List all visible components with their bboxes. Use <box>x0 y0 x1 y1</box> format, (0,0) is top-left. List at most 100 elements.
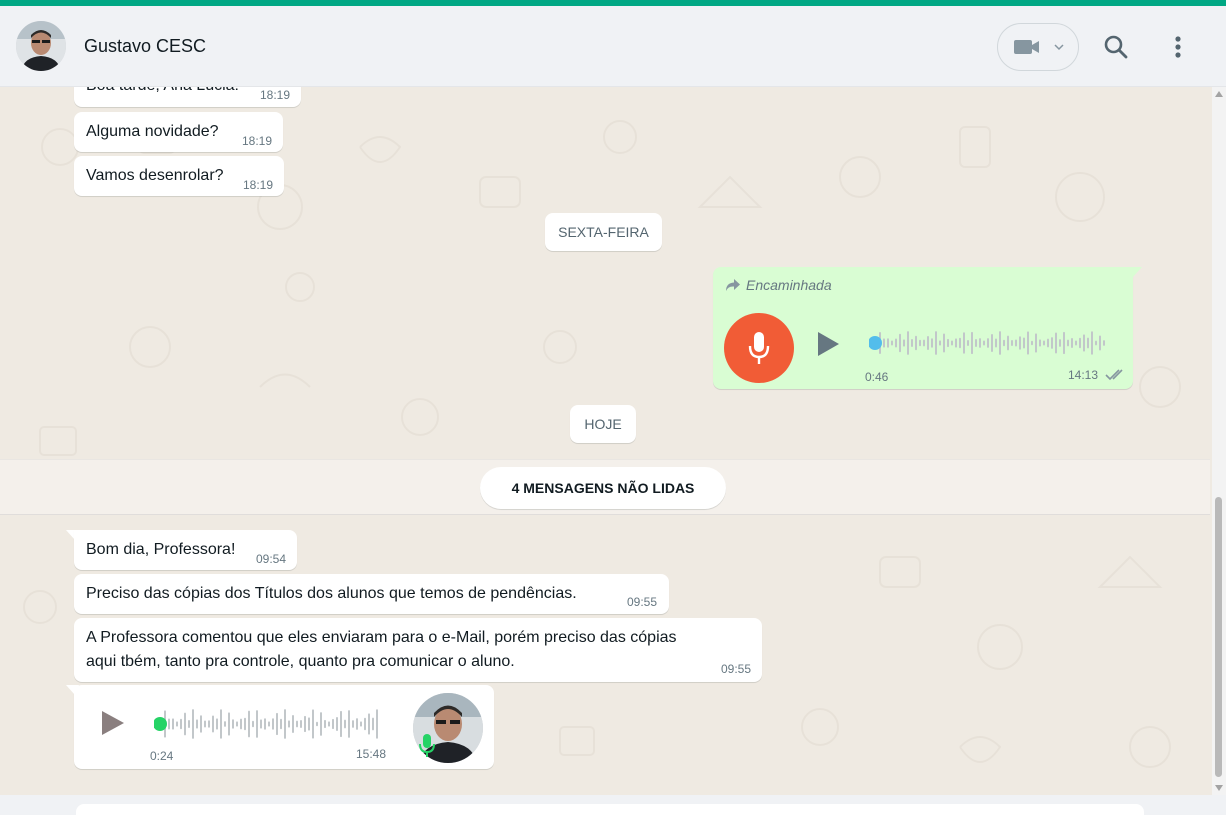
waveform-bar <box>336 717 338 731</box>
message-bubble-incoming[interactable]: Vamos desenrolar? 18:19 <box>74 156 284 196</box>
message-time: 18:19 <box>260 88 291 102</box>
waveform-bar <box>292 715 294 733</box>
waveform-bar <box>887 338 889 348</box>
video-call-button[interactable] <box>997 23 1079 71</box>
waveform-bar <box>1067 339 1069 347</box>
waveform-bar <box>184 712 186 736</box>
message-bubble-outgoing-audio[interactable]: Encaminhada 0:46 14:13 <box>713 267 1133 389</box>
contact-name[interactable]: Gustavo CESC <box>84 36 206 57</box>
chevron-down-icon <box>1054 44 1064 51</box>
waveform-bar <box>883 338 885 348</box>
audio-duration: 0:46 <box>865 370 889 384</box>
double-check-icon <box>1105 369 1123 381</box>
waveform-bar <box>915 335 917 351</box>
waveform-bar <box>352 720 354 728</box>
waveform-bar <box>188 719 190 729</box>
unread-messages-divider: 4 MENSAGENS NÃO LIDAS <box>0 459 1210 515</box>
message-time: 09:54 <box>256 552 287 566</box>
waveform-bar <box>895 338 897 348</box>
waveform-bar <box>963 332 965 354</box>
waveform-bar <box>328 721 330 727</box>
waveform-bar <box>276 712 278 736</box>
waveform-bar <box>979 338 981 348</box>
waveform-bar <box>1035 333 1037 353</box>
search-icon[interactable] <box>1103 34 1129 60</box>
waveform-bar <box>236 721 238 727</box>
waveform-bar <box>308 717 310 731</box>
scrollbar-thumb[interactable] <box>1215 497 1222 777</box>
waveform-bar <box>967 340 969 346</box>
message-bubble-incoming[interactable]: Alguma novidade? 18:19 <box>74 112 283 152</box>
waveform-bar <box>356 718 358 730</box>
message-text: Vamos desenrolar? <box>86 167 224 184</box>
waveform-bar <box>1011 339 1013 347</box>
waveform-bar <box>264 718 266 730</box>
waveform-bar <box>1063 331 1065 355</box>
waveform-bar <box>208 720 210 728</box>
waveform-bar <box>1007 335 1009 351</box>
waveform-bar <box>1083 334 1085 352</box>
waveform-bar <box>372 717 374 731</box>
waveform-bar <box>1059 339 1061 347</box>
audio-waveform[interactable] <box>869 329 1109 357</box>
waveform-bar <box>891 340 893 346</box>
message-time: 14:13 <box>1068 368 1099 382</box>
waveform-bar <box>368 713 370 735</box>
waveform-bar <box>192 709 194 739</box>
message-text: Alguma novidade? <box>86 123 219 140</box>
waveform-bar <box>1075 340 1077 346</box>
contact-avatar[interactable] <box>16 21 66 71</box>
chat-scrollbar[interactable] <box>1212 87 1226 795</box>
voice-message-mic-avatar <box>724 313 794 383</box>
waveform-bar <box>991 334 993 352</box>
waveform-bar <box>943 333 945 353</box>
waveform-bar <box>296 720 298 728</box>
waveform-bar <box>1051 337 1053 349</box>
waveform-bar <box>987 338 989 348</box>
waveform-bar <box>1015 339 1017 347</box>
message-bubble-incoming[interactable]: Bom dia, Professora! 09:54 <box>74 530 297 570</box>
message-input[interactable] <box>76 804 1144 815</box>
waveform-bar <box>1099 335 1101 351</box>
message-list[interactable]: Boa tarde, Ana Lúcia! 18:19 Alguma novid… <box>0 87 1210 795</box>
play-icon[interactable] <box>100 710 126 736</box>
audio-waveform[interactable] <box>154 707 384 741</box>
waveform-bar <box>1091 331 1093 355</box>
waveform-bar <box>1103 340 1105 346</box>
waveform-bar <box>248 710 250 738</box>
waveform-bar <box>300 719 302 729</box>
waveform-bar <box>1039 339 1041 347</box>
microphone-icon <box>748 332 770 364</box>
waveform-bar <box>180 718 182 730</box>
scroll-up-arrow-icon[interactable] <box>1215 91 1223 97</box>
waveform-bar <box>983 340 985 346</box>
waveform-bar <box>1003 339 1005 347</box>
more-vertical-icon[interactable] <box>1168 34 1188 60</box>
bubble-tail-outgoing <box>1129 267 1142 277</box>
waveform-bar <box>224 721 226 727</box>
waveform-bar <box>360 721 362 727</box>
waveform-bar <box>324 719 326 729</box>
message-composer <box>0 795 1226 815</box>
message-bubble-incoming-audio[interactable]: 0:24 15:48 <box>74 685 494 769</box>
message-text: Bom dia, Professora! <box>86 541 236 558</box>
message-time: 09:55 <box>627 595 658 609</box>
waveform-bar <box>931 338 933 348</box>
message-text-line: A Professora comentou que eles enviaram … <box>86 629 677 646</box>
message-text-line: aqui tbém, tanto pra controle, quanto pr… <box>86 653 515 670</box>
waveform-bar <box>927 336 929 350</box>
message-bubble-incoming[interactable]: Boa tarde, Ana Lúcia! 18:19 <box>74 87 301 107</box>
message-text: Boa tarde, Ana Lúcia! <box>86 87 239 98</box>
unread-messages-label: 4 MENSAGENS NÃO LIDAS <box>480 467 726 509</box>
message-bubble-incoming[interactable]: Preciso das cópias dos Títulos dos aluno… <box>74 574 669 614</box>
waveform-bar <box>268 721 270 727</box>
waveform-bar <box>220 709 222 739</box>
scroll-down-arrow-icon[interactable] <box>1215 785 1223 791</box>
waveform-bar <box>196 719 198 729</box>
forwarded-label: Encaminhada <box>746 277 832 293</box>
date-separator-friday: SEXTA-FEIRA <box>545 213 662 251</box>
waveform-bar <box>320 712 322 736</box>
waveform-bar <box>1079 337 1081 349</box>
play-icon[interactable] <box>816 331 840 357</box>
message-bubble-incoming[interactable]: A Professora comentou que eles enviaram … <box>74 618 762 682</box>
